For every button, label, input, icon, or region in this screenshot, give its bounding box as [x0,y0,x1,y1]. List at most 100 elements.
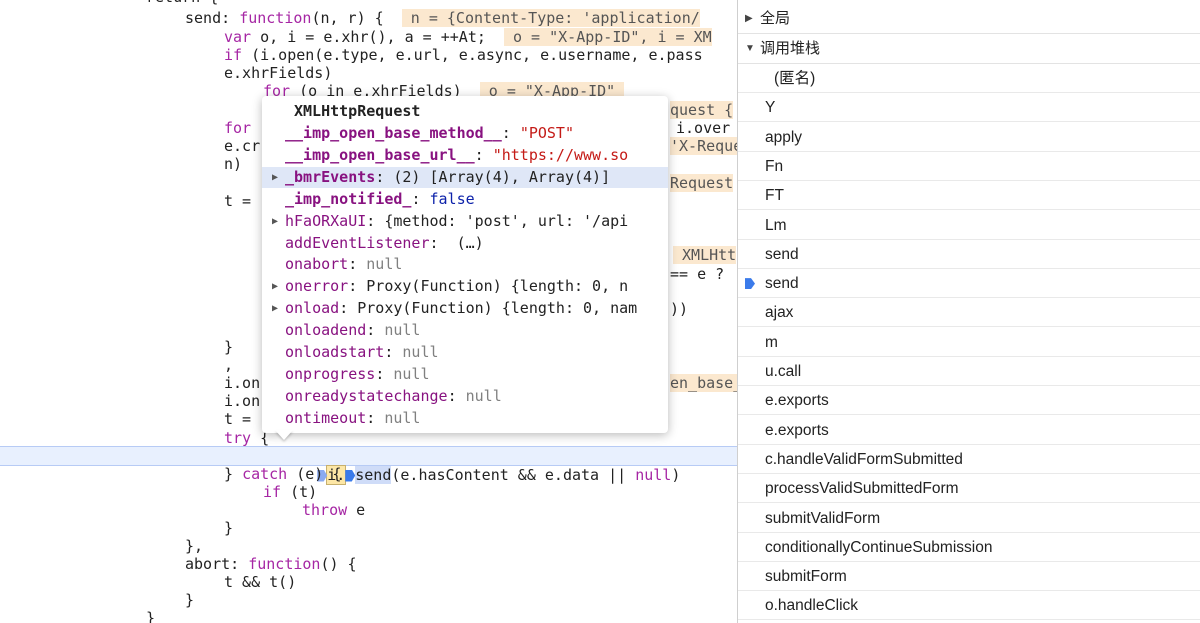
call-stack-frame[interactable]: send [738,240,1200,269]
code-line[interactable]: } [146,609,155,623]
expand-triangle-icon[interactable]: ▶ [272,211,282,232]
property-value: "POST" [519,124,574,142]
call-stack-frame[interactable]: conditionallyContinueSubmission [738,533,1200,562]
code-line[interactable]: t && t() [224,573,296,591]
code-line[interactable]: quest { [670,101,734,119]
frame-label: send [765,275,799,293]
call-stack-frame[interactable]: submitValidForm [738,504,1200,533]
code-line[interactable]: , [224,356,233,374]
property-row[interactable]: onloadstart: null [262,342,668,363]
property-value: Proxy(Function) {length: 0, n [366,277,629,296]
call-stack-frame[interactable]: send [738,269,1200,299]
code-line[interactable]: t = [224,410,260,428]
code-line[interactable]: } [224,338,233,356]
code-line[interactable]: return { [146,0,218,6]
code-line[interactable]: t = [224,192,260,210]
code-line[interactable]: if (t) [263,483,317,501]
code-line[interactable]: i.over [676,119,730,137]
property-row[interactable]: ▶ onload: Proxy(Function) {length: 0, nam [262,298,668,319]
expand-triangle-icon[interactable]: ▶ [272,167,282,188]
property-value: false [429,189,475,208]
code-line[interactable]: throw e [302,501,365,519]
code-line[interactable]: n) [224,155,242,173]
code-line[interactable]: 'X-Reque [670,137,737,155]
code-line[interactable]: abort: function() { [185,555,357,573]
code-line[interactable]: var o, i = e.xhr(), a = ++At; o = "X-App… [224,28,712,46]
property-row[interactable]: ▶ onerror: Proxy(Function) {length: 0, n [262,276,668,297]
current-frame-arrow-icon [745,278,755,290]
popover-title: XMLHttpRequest [294,102,421,120]
code-line[interactable]: )) [670,300,688,318]
call-stack-frame[interactable]: submitForm [738,562,1200,592]
call-stack-frame[interactable]: FT [738,181,1200,211]
code-token: o, i = e.xhr(), a = ++At; [251,28,504,46]
code-line[interactable]: == e ? [670,265,733,283]
code-line[interactable]: send: function(n, r) { n = {Content-Type… [185,9,700,27]
current-breakpoint-icon[interactable] [345,469,356,482]
call-stack-frame[interactable]: apply [738,123,1200,152]
call-stack-frame[interactable]: Y [738,93,1200,123]
property-row[interactable]: onabort: null [262,254,668,275]
expand-triangle-icon[interactable]: ▶ [272,298,282,319]
code-line[interactable]: } [224,519,233,537]
code-line[interactable]: e.xhrFields) [224,64,332,82]
property-value: (…) [456,233,484,252]
paused-execution-line[interactable]: i. send(e.hasContent && e.data || null) [0,446,737,485]
code-token: (n, r) { [311,9,402,27]
frame-label: Fn [765,157,784,175]
property-row[interactable]: onloadend: null [262,320,668,341]
inline-value: o = "X-App-ID", i = XM [503,28,712,46]
code-token: )) [670,300,689,318]
object-preview-popover[interactable]: XMLHttpRequest __imp_open_base_method__:… [262,96,668,433]
code-line[interactable]: } catch (e) { [224,465,341,483]
property-key: hFaORXaUI [285,211,367,230]
call-stack-frame[interactable]: e.exports [738,416,1200,445]
call-stack-frame[interactable]: Fn [738,152,1200,181]
call-stack-frame[interactable]: (匿名) [738,64,1200,93]
code-line[interactable]: for [224,119,251,137]
call-stack-section[interactable]: ▼ 调用堆栈 [738,34,1200,64]
property-row[interactable]: _imp_notified_: false [262,189,668,210]
frame-label: Lm [765,216,787,234]
code-token: t = [224,192,261,210]
frame-label: (匿名) [774,70,816,87]
property-row[interactable]: addEventListener: (…) [262,233,668,254]
call-stack-frame[interactable]: Lm [738,211,1200,240]
property-row[interactable]: onreadystatechange: null [262,386,668,407]
call-stack-frame[interactable]: u.call [738,357,1200,386]
property-row[interactable]: __imp_open_base_method__: "POST" [262,123,668,144]
code-line[interactable]: i.on [224,392,260,410]
frame-label: e.exports [765,421,829,439]
frame-label: processValidSubmittedForm [765,480,959,498]
code-line[interactable]: if (i.open(e.type, e.url, e.async, e.use… [224,46,703,64]
property-row[interactable]: __imp_open_base_url__: "https://www.so [262,145,668,166]
code-keyword: throw [302,501,348,519]
property-value: null [384,321,421,340]
code-line[interactable]: Request [670,174,734,192]
call-stack-frame[interactable]: o.handleClick [738,591,1200,621]
expand-triangle-icon[interactable]: ▶ [272,276,282,297]
frame-label: Y [765,99,776,117]
code-token: } [185,591,195,609]
code-line[interactable]: en_base_ [670,374,737,392]
frame-label: submitForm [765,568,847,586]
code-line[interactable]: } [185,591,194,609]
call-stack-frame[interactable]: m [738,328,1200,357]
call-stack-frame[interactable]: c.handleValidFormSubmitted [738,445,1200,474]
inline-value: quest { [670,101,734,119]
property-row[interactable]: onprogress: null [262,364,668,385]
code-line[interactable]: }, [185,537,203,555]
call-stack-frame[interactable]: processValidSubmittedForm [738,474,1200,504]
frame-label: ajax [765,304,794,322]
property-row[interactable]: ▶ hFaORXaUI: {method: 'post', url: '/api [262,211,668,232]
call-stack-frame[interactable]: ajax [738,298,1200,328]
property-row[interactable]: ▶ _bmrEvents: (2) [Array(4), Array(4)] [262,166,668,188]
code-line[interactable]: i.on [224,374,260,392]
code-line[interactable]: e.cr [224,137,260,155]
frame-label: o.handleClick [765,597,859,615]
exec-method[interactable]: send [355,466,392,484]
property-row[interactable]: ontimeout: null [262,408,668,429]
global-scope-section[interactable]: ▶ 全局 [738,4,1200,34]
call-stack-frame[interactable]: e.exports [738,386,1200,416]
code-line[interactable]: XMLHtt [673,246,737,264]
